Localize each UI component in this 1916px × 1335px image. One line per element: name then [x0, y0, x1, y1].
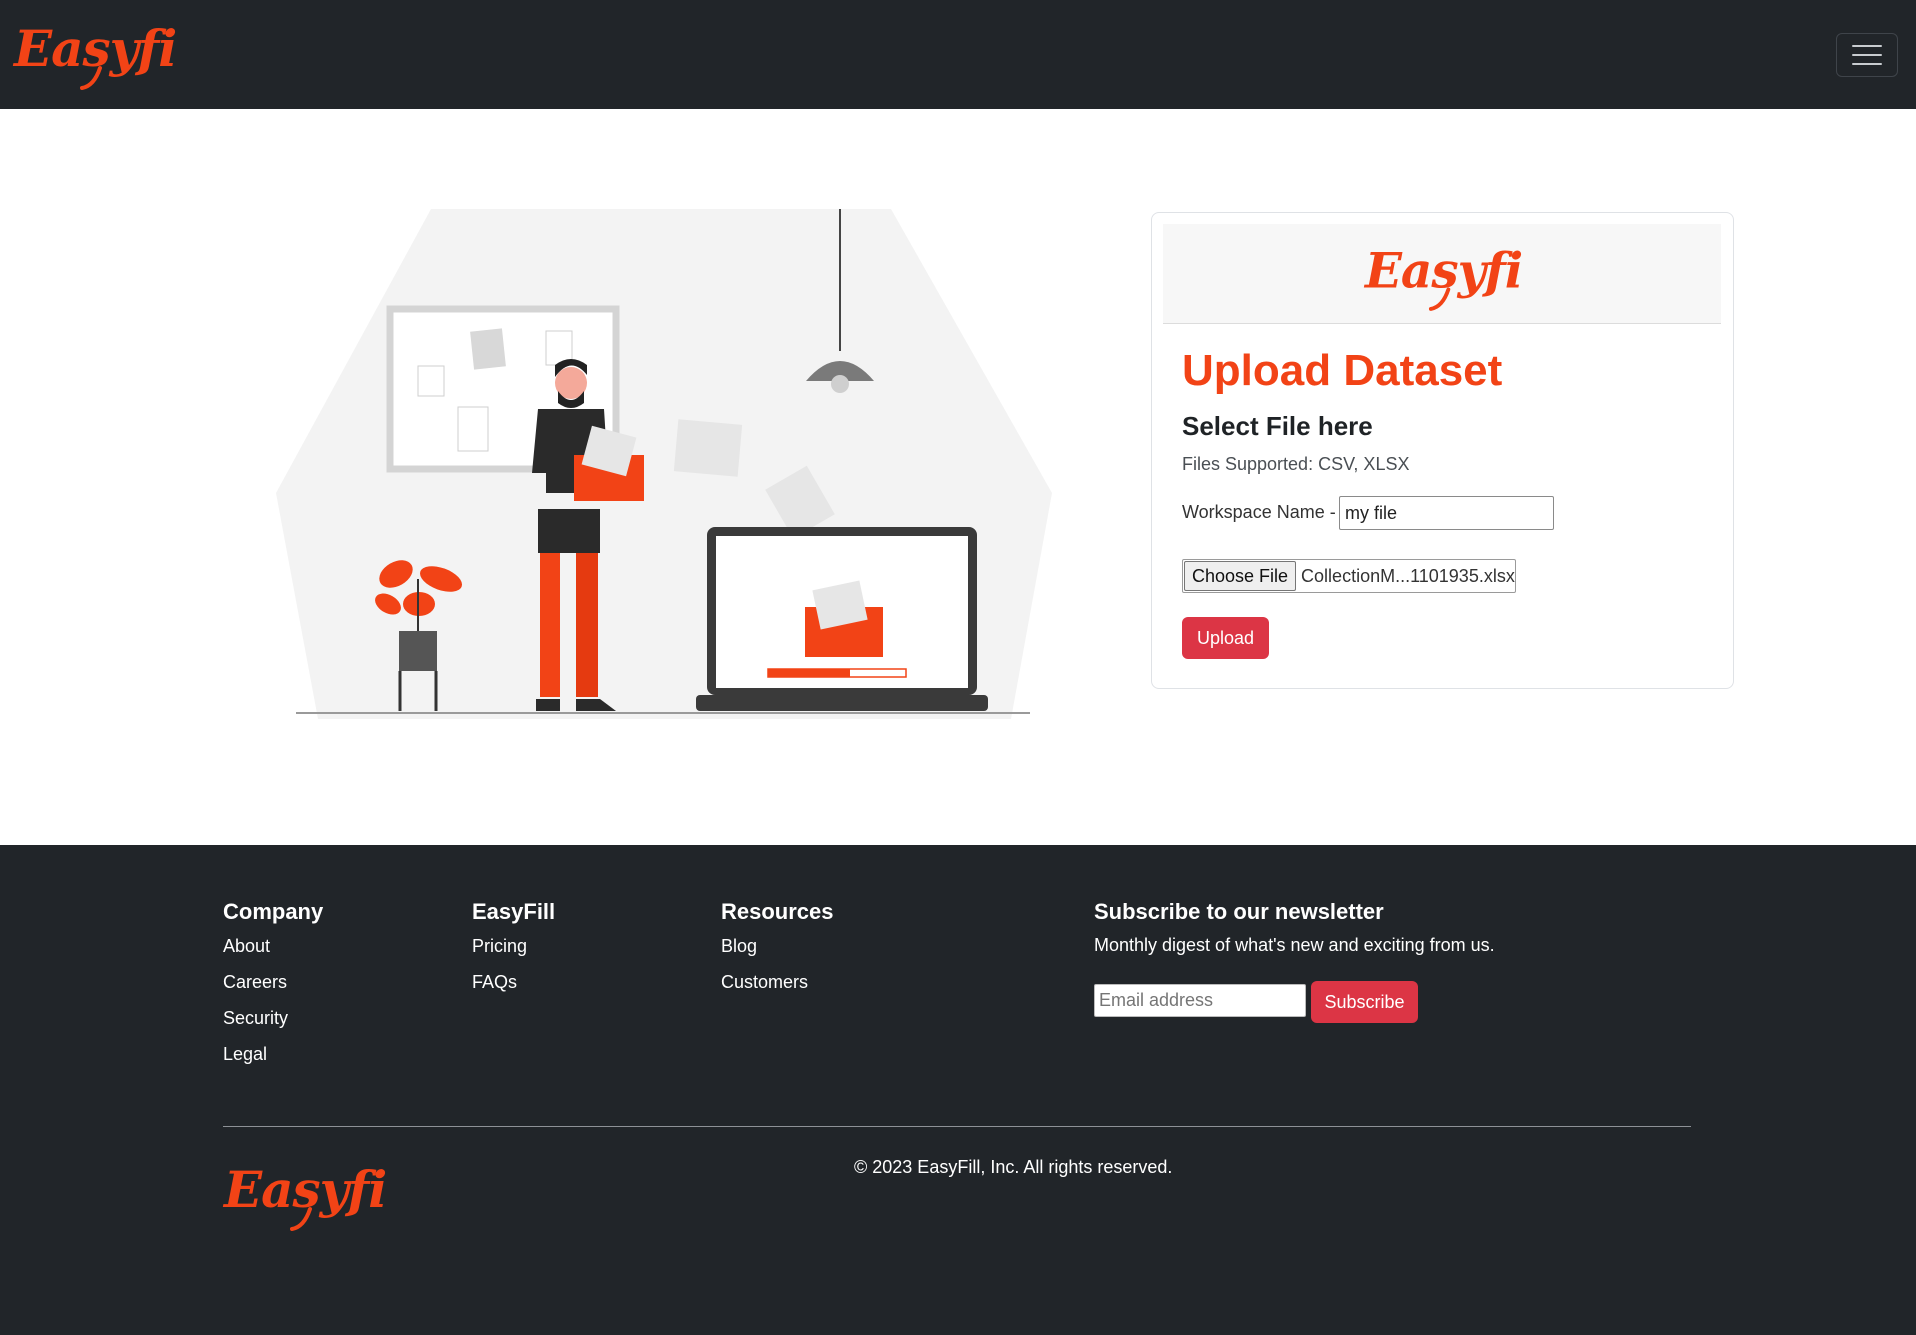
footer-link-security[interactable]: Security — [223, 1007, 323, 1043]
choose-file-button[interactable]: Choose File — [1184, 561, 1297, 591]
footer-link-blog[interactable]: Blog — [721, 935, 834, 971]
footer: Company About Careers Security Legal Eas… — [0, 845, 1916, 1335]
card-header — [1163, 224, 1721, 324]
footer-link-pricing[interactable]: Pricing — [472, 935, 555, 971]
card-brand-logo — [1363, 240, 1523, 311]
brand-logo[interactable] — [12, 14, 177, 90]
newsletter-heading: Subscribe to our newsletter — [1094, 899, 1384, 924]
supported-formats-text: Files Supported: CSV, XLSX — [1182, 454, 1410, 474]
main-content: Upload Dataset Select File here Files Su… — [0, 109, 1916, 845]
footer-link-faqs[interactable]: FAQs — [472, 971, 555, 1007]
menu-toggle-button[interactable] — [1836, 33, 1898, 77]
upload-button[interactable]: Upload — [1182, 617, 1269, 659]
upload-card: Upload Dataset Select File here Files Su… — [1151, 212, 1734, 689]
subscribe-button[interactable]: Subscribe — [1311, 981, 1418, 1023]
footer-link-careers[interactable]: Careers — [223, 971, 323, 1007]
footer-link-customers[interactable]: Customers — [721, 971, 834, 1007]
select-file-heading: Select File here — [1182, 411, 1373, 441]
hamburger-icon — [1852, 45, 1882, 47]
newsletter-description: Monthly digest of what's new and excitin… — [1094, 935, 1495, 955]
workspace-name-label: Workspace Name - — [1182, 502, 1336, 522]
footer-heading-easyfill: EasyFill — [472, 899, 556, 924]
footer-column-resources: Resources Blog Customers — [721, 899, 834, 1007]
workspace-name-input[interactable] — [1339, 496, 1554, 530]
navbar — [0, 0, 1916, 109]
footer-divider — [223, 1126, 1691, 1127]
footer-heading-company: Company — [223, 899, 324, 924]
copyright-text: © 2023 EasyFill, Inc. All rights reserve… — [854, 1157, 1173, 1177]
newsletter-section: Subscribe to our newsletter Monthly dige… — [1094, 899, 1514, 1029]
footer-column-company: Company About Careers Security Legal — [223, 899, 323, 1079]
email-input[interactable] — [1094, 984, 1306, 1017]
upload-illustration — [276, 209, 1052, 719]
page-title: Upload Dataset — [1182, 346, 1503, 395]
footer-heading-resources: Resources — [721, 899, 834, 924]
footer-column-easyfill: EasyFill Pricing FAQs — [472, 899, 555, 1007]
footer-link-legal[interactable]: Legal — [223, 1043, 323, 1079]
plant-pot — [399, 631, 437, 671]
file-input[interactable]: Choose File CollectionM...1101935.xlsx — [1182, 559, 1516, 593]
footer-link-about[interactable]: About — [223, 935, 323, 971]
selected-file-name: CollectionM...1101935.xlsx — [1301, 565, 1515, 586]
footer-brand-logo[interactable] — [222, 1155, 387, 1231]
